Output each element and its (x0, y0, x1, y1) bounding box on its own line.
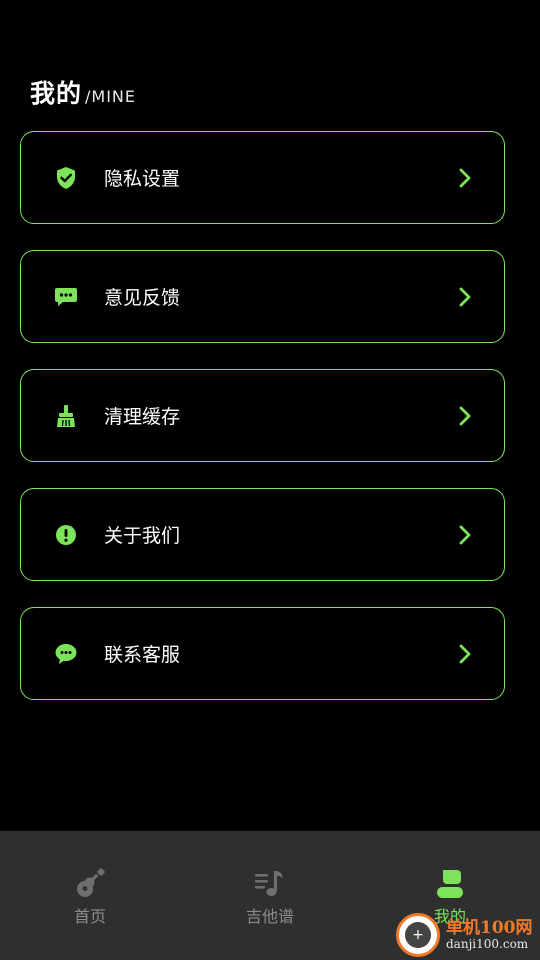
menu-item-label: 隐私设置 (104, 168, 181, 190)
watermark-text: 单机100网 danji100.com (446, 919, 533, 951)
chevron-right-icon (456, 643, 474, 665)
watermark-logo-icon: + (396, 913, 440, 957)
menu-item-feedback[interactable]: 意见反馈 (20, 250, 505, 343)
shield-check-icon (54, 166, 78, 190)
page-title: 我的 (30, 79, 83, 108)
menu-item-clear-cache[interactable]: 清理缓存 (20, 369, 505, 462)
tab-label: 首页 (73, 907, 106, 926)
broom-icon (54, 404, 78, 428)
chevron-right-icon (456, 405, 474, 427)
page-header: 我的 /MINE (30, 74, 136, 110)
tab-label: 吉他谱 (245, 907, 294, 926)
menu-item-label: 清理缓存 (104, 406, 181, 428)
settings-menu: 隐私设置 意见反馈 清理缓存 关于我们 联系客服 (20, 131, 505, 726)
tab-guitar-tabs[interactable]: 吉他谱 (180, 831, 360, 960)
menu-item-label: 关于我们 (104, 525, 181, 547)
chevron-right-icon (456, 286, 474, 308)
music-list-icon (253, 867, 287, 901)
chat-bubble-icon (54, 642, 78, 666)
watermark-line1: 单机100网 (446, 918, 533, 939)
chat-dots-icon (54, 285, 78, 309)
tab-home[interactable]: 首页 (0, 831, 180, 960)
menu-item-label: 联系客服 (104, 644, 181, 666)
menu-item-about-us[interactable]: 关于我们 (20, 488, 505, 581)
user-icon (433, 867, 467, 901)
info-exclamation-icon (54, 523, 78, 547)
watermark-line2: danji100.com (446, 936, 529, 951)
menu-item-privacy-settings[interactable]: 隐私设置 (20, 131, 505, 224)
guitar-icon (73, 867, 107, 901)
menu-item-contact-service[interactable]: 联系客服 (20, 607, 505, 700)
menu-item-label: 意见反馈 (104, 287, 181, 309)
chevron-right-icon (456, 167, 474, 189)
page-subtitle: /MINE (85, 87, 137, 106)
watermark: + 单机100网 danji100.com (392, 910, 540, 960)
chevron-right-icon (456, 524, 474, 546)
